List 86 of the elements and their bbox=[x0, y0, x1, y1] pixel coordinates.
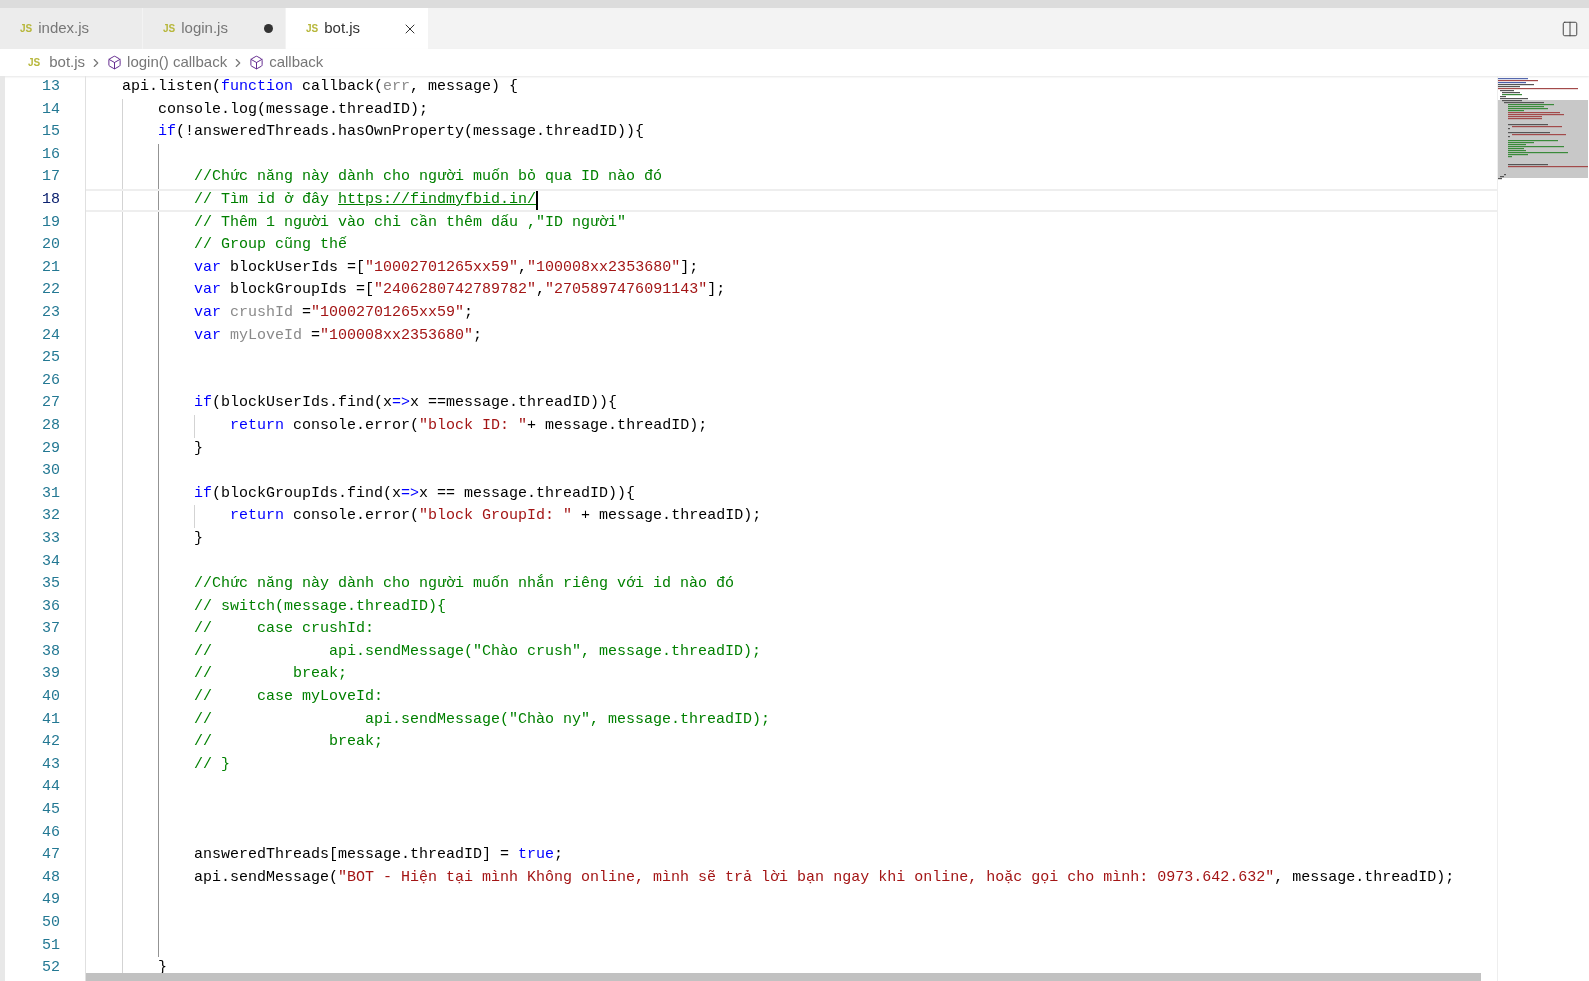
line-number: 31 bbox=[42, 483, 60, 504]
line-number: 43 bbox=[42, 754, 60, 775]
line-number: 29 bbox=[42, 438, 60, 459]
line-number: 49 bbox=[42, 890, 60, 911]
code-line: answeredThreads[message.threadID] = true; bbox=[193, 845, 564, 866]
code-line: // case crushId: bbox=[193, 619, 375, 640]
code-line: var myLoveId ="100008xx2353680"; bbox=[193, 325, 483, 346]
code-line: // break; bbox=[193, 732, 384, 753]
code-line: // Tìm id ở đây https://findmyfbid.in/ bbox=[193, 190, 537, 210]
js-file-icon: JS bbox=[306, 21, 319, 36]
horizontal-scrollbar[interactable] bbox=[86, 973, 1481, 981]
line-number: 48 bbox=[42, 867, 60, 888]
line-number: 27 bbox=[42, 393, 60, 414]
line-number: 24 bbox=[42, 325, 60, 346]
line-number: 37 bbox=[42, 619, 60, 640]
line-number: 41 bbox=[42, 709, 60, 730]
tab-label: bot.js bbox=[324, 18, 362, 39]
split-editor-icon[interactable] bbox=[1561, 19, 1579, 38]
line-number: 16 bbox=[42, 144, 60, 165]
line-number: 13 bbox=[42, 77, 60, 98]
breadcrumb-item[interactable]: callback bbox=[249, 51, 324, 74]
code-line: api.sendMessage("BOT - Hiện tại mình Không online, mình sẽ trả lời bạn ngay khi online, hoặc gọi cho mình: 0973.642.632", message.threadID); bbox=[193, 867, 1455, 888]
line-number: 42 bbox=[42, 732, 60, 753]
code-line: // break; bbox=[193, 664, 348, 685]
tab-label: index.js bbox=[38, 18, 91, 39]
line-number: 20 bbox=[42, 235, 60, 256]
line-number: 28 bbox=[42, 415, 60, 436]
line-number: 38 bbox=[42, 641, 60, 662]
code-line: // } bbox=[193, 754, 231, 775]
code-line: //Chức năng này dành cho người muốn bỏ qua ID nào đó bbox=[193, 167, 663, 188]
code-line: } bbox=[193, 438, 204, 459]
line-number: 21 bbox=[42, 257, 60, 278]
cube-icon bbox=[107, 55, 123, 70]
code-line: if(!answeredThreads.hasOwnProperty(message.threadID)){ bbox=[157, 122, 645, 143]
editor-tab[interactable]: JS bot.js bbox=[286, 8, 429, 49]
link[interactable]: https://findmyfbid.in/ bbox=[338, 191, 537, 208]
line-number: 30 bbox=[42, 461, 60, 482]
code-line: return console.error("block ID: "+ message.threadID); bbox=[229, 415, 708, 436]
code-line: // case myLoveId: bbox=[193, 687, 384, 708]
js-file-icon: JS bbox=[163, 21, 176, 36]
code-line: if(blockUserIds.find(x=>x ==message.threadID)){ bbox=[193, 393, 618, 414]
tab-label: login.js bbox=[181, 18, 229, 39]
line-number: 18 bbox=[42, 190, 60, 210]
code-line: var crushId ="10002701265xx59"; bbox=[193, 303, 474, 323]
line-number: 19 bbox=[42, 212, 60, 233]
code-line: // api.sendMessage("Chào crush", message.threadID); bbox=[193, 641, 762, 662]
text-cursor bbox=[536, 190, 539, 210]
line-number: 45 bbox=[42, 800, 60, 821]
line-number: 26 bbox=[42, 370, 60, 391]
line-number: 51 bbox=[42, 935, 60, 956]
line-number: 33 bbox=[42, 528, 60, 549]
line-number: 32 bbox=[42, 506, 60, 527]
line-number: 35 bbox=[42, 574, 60, 595]
code-line: // api.sendMessage("Chào ny", message.threadID); bbox=[193, 709, 771, 730]
line-number: 14 bbox=[42, 99, 60, 120]
code-line: var blockUserIds =["10002701265xx59","100008xx2353680"]; bbox=[193, 257, 699, 278]
editor-tab[interactable]: JS login.js bbox=[143, 8, 286, 49]
breadcrumb-item[interactable]: JS bot.js bbox=[28, 51, 86, 74]
code-line: // Thêm 1 người vào chỉ cần thêm dấu ,"ID người" bbox=[193, 212, 627, 233]
breadcrumb-item[interactable]: login() callback bbox=[107, 51, 228, 74]
line-number: 44 bbox=[42, 777, 60, 798]
code-line: api.listen(function callback(err, message) { bbox=[121, 77, 519, 98]
code-line: console.log(message.threadID); bbox=[157, 99, 429, 120]
line-number: 36 bbox=[42, 596, 60, 617]
js-file-icon: JS bbox=[20, 21, 33, 36]
code-line: return console.error("block GroupId: " + message.threadID); bbox=[229, 506, 762, 527]
code-line: // Group cũng thế bbox=[193, 235, 348, 256]
line-number: 39 bbox=[42, 664, 60, 685]
line-number: 50 bbox=[42, 913, 60, 933]
editor-tab[interactable]: JS index.js bbox=[0, 8, 143, 49]
code-line: //Chức năng này dành cho người muốn nhắn riêng với id nào đó bbox=[193, 573, 735, 595]
line-number: 25 bbox=[42, 348, 60, 369]
line-number: 52 bbox=[42, 958, 60, 979]
line-number: 17 bbox=[42, 167, 60, 188]
line-number: 40 bbox=[42, 687, 60, 708]
code-line: // switch(message.threadID){ bbox=[193, 596, 447, 617]
code-line: var blockGroupIds =["2406280742789782","2705897476091143"]; bbox=[193, 280, 726, 301]
line-number: 46 bbox=[42, 822, 60, 843]
line-number: 23 bbox=[42, 303, 60, 323]
line-number: 47 bbox=[42, 845, 60, 866]
line-number: 22 bbox=[42, 280, 60, 301]
line-number: 34 bbox=[42, 551, 60, 572]
code-line: } bbox=[193, 528, 204, 549]
code-line: if(blockGroupIds.find(x=>x == message.threadID)){ bbox=[193, 483, 636, 504]
cube-icon bbox=[249, 55, 265, 70]
line-number: 15 bbox=[42, 122, 60, 143]
